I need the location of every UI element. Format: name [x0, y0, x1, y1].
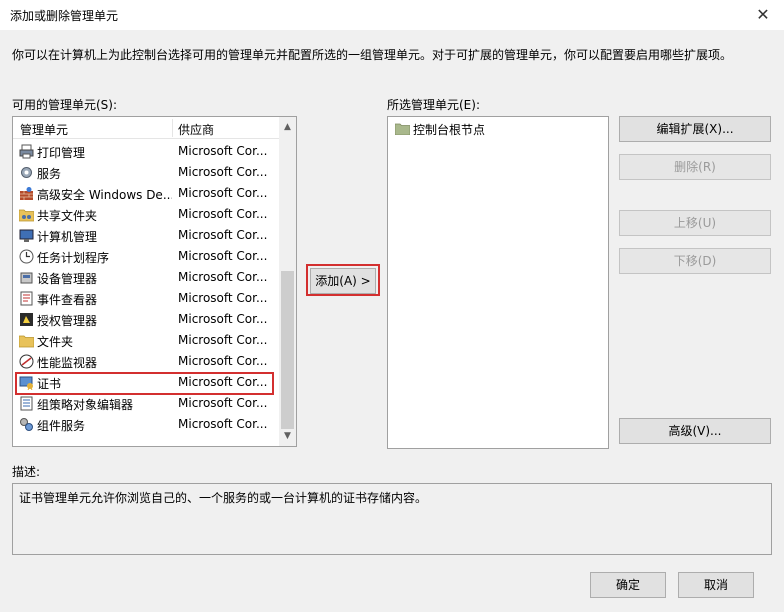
list-item[interactable]: 设备管理器 Microsoft Cor...	[13, 267, 279, 288]
snapin-name: 性能监视器	[37, 356, 98, 370]
snapin-vendor: Microsoft Cor...	[178, 165, 268, 179]
list-item[interactable]: 性能监视器 Microsoft Cor...	[13, 351, 279, 372]
snapin-vendor: Microsoft Cor...	[178, 396, 268, 410]
scroll-down-icon[interactable]: ▼	[279, 428, 296, 445]
ok-button[interactable]: 确定	[590, 572, 666, 598]
computer-management-icon	[19, 229, 34, 242]
list-header: 管理单元 供应商	[13, 117, 279, 139]
folder-icon	[19, 335, 34, 348]
list-item[interactable]: 证书 Microsoft Cor...	[13, 372, 279, 395]
cancel-button[interactable]: 取消	[678, 572, 754, 598]
snapin-vendor: Microsoft Cor...	[178, 144, 268, 158]
remove-button[interactable]: 删除(R)	[619, 154, 771, 180]
component-services-icon	[20, 418, 33, 431]
selected-snapins-list[interactable]: 控制台根节点	[387, 116, 609, 449]
snapin-name: 打印管理	[37, 146, 86, 160]
move-up-button[interactable]: 上移(U)	[619, 210, 771, 236]
selected-snapins-label: 所选管理单元(E):	[387, 98, 480, 112]
description-label: 描述:	[12, 465, 41, 479]
device-manager-icon	[20, 272, 33, 284]
list-rows: 打印管理 Microsoft Cor... 服务 Microsoft Cor... 高级…	[13, 141, 279, 435]
firewall-icon	[20, 187, 33, 200]
snapin-name: 高级安全 Windows De...	[37, 188, 172, 202]
selected-item-label: 控制台根节点	[413, 123, 486, 137]
snapin-name: 授权管理器	[37, 314, 98, 328]
snapin-name: 计算机管理	[37, 230, 98, 244]
column-header-vendor[interactable]: 供应商	[178, 121, 214, 138]
column-header-name[interactable]: 管理单元	[20, 121, 68, 138]
move-down-button[interactable]: 下移(D)	[619, 248, 771, 274]
snapin-name: 事件查看器	[37, 293, 98, 307]
printer-icon	[19, 144, 34, 159]
snapin-name: 任务计划程序	[37, 251, 110, 265]
snapin-name: 设备管理器	[37, 272, 98, 286]
snapin-vendor: Microsoft Cor...	[178, 186, 268, 200]
available-snapins-list[interactable]: 管理单元 供应商 打印管理 Microsoft Cor... 服务 Microsoft…	[12, 116, 297, 447]
list-item[interactable]: 共享文件夹 Microsoft Cor...	[13, 204, 279, 225]
snapin-vendor: Microsoft Cor...	[178, 249, 268, 263]
snapin-vendor: Microsoft Cor...	[178, 291, 268, 305]
list-item[interactable]: 打印管理 Microsoft Cor...	[13, 141, 279, 162]
column-separator	[172, 119, 173, 137]
intro-text: 你可以在计算机上为此控制台选择可用的管理单元并配置所选的一组管理单元。对于可扩展…	[12, 48, 733, 62]
snapin-vendor: Microsoft Cor...	[178, 333, 268, 347]
list-item[interactable]: 事件查看器 Microsoft Cor...	[13, 288, 279, 309]
event-viewer-icon	[20, 291, 33, 306]
gear-icon	[21, 167, 32, 178]
snapin-name: 共享文件夹	[37, 209, 98, 223]
selected-item-highlight	[15, 372, 274, 395]
snapin-vendor: Microsoft Cor...	[178, 417, 268, 431]
snapin-vendor: Microsoft Cor...	[178, 270, 268, 284]
scroll-up-icon[interactable]: ▲	[279, 119, 296, 136]
snapin-name: 服务	[37, 167, 62, 181]
list-scrollbar[interactable]: ▲ ▼	[279, 117, 296, 446]
folder-icon	[395, 123, 410, 135]
snapin-name: 组件服务	[37, 419, 86, 433]
list-item[interactable]: 文件夹 Microsoft Cor...	[13, 330, 279, 351]
edit-extensions-button[interactable]: 编辑扩展(X)...	[619, 116, 771, 142]
clock-icon	[19, 249, 34, 264]
list-item[interactable]: 组件服务 Microsoft Cor...	[13, 414, 279, 435]
shared-folder-icon	[19, 209, 34, 222]
available-snapins-label: 可用的管理单元(S):	[12, 98, 118, 112]
list-item[interactable]: 授权管理器 Microsoft Cor...	[13, 309, 279, 330]
snapin-vendor: Microsoft Cor...	[178, 207, 268, 221]
authorization-icon	[20, 313, 33, 326]
close-icon[interactable]: ✕	[752, 4, 774, 26]
window-title: 添加或删除管理单元	[10, 9, 119, 23]
snapin-name: 文件夹	[37, 335, 74, 349]
snapin-vendor: Microsoft Cor...	[178, 354, 268, 368]
add-button-highlight: 添加(A) >	[306, 264, 380, 296]
description-text: 证书管理单元允许你浏览自己的、一个服务的或一台计算机的证书存储内容。	[19, 491, 428, 505]
group-policy-icon	[20, 396, 33, 411]
list-item[interactable]: 服务 Microsoft Cor...	[13, 162, 279, 183]
list-item[interactable]: 组策略对象编辑器 Microsoft Cor...	[13, 393, 279, 414]
list-item[interactable]: 计算机管理 Microsoft Cor...	[13, 225, 279, 246]
snapin-vendor: Microsoft Cor...	[178, 228, 268, 242]
list-item[interactable]: 高级安全 Windows De... Microsoft Cor...	[13, 183, 279, 204]
list-item[interactable]: 任务计划程序 Microsoft Cor...	[13, 246, 279, 267]
snapin-vendor: Microsoft Cor...	[178, 312, 268, 326]
performance-icon	[19, 354, 34, 369]
snapin-name: 组策略对象编辑器	[37, 398, 134, 412]
scroll-thumb[interactable]	[281, 271, 294, 429]
advanced-button[interactable]: 高级(V)...	[619, 418, 771, 444]
add-button[interactable]: 添加(A) >	[310, 268, 376, 294]
description-box: 证书管理单元允许你浏览自己的、一个服务的或一台计算机的证书存储内容。	[12, 483, 772, 555]
title-bar: 添加或删除管理单元 ✕	[0, 0, 784, 30]
